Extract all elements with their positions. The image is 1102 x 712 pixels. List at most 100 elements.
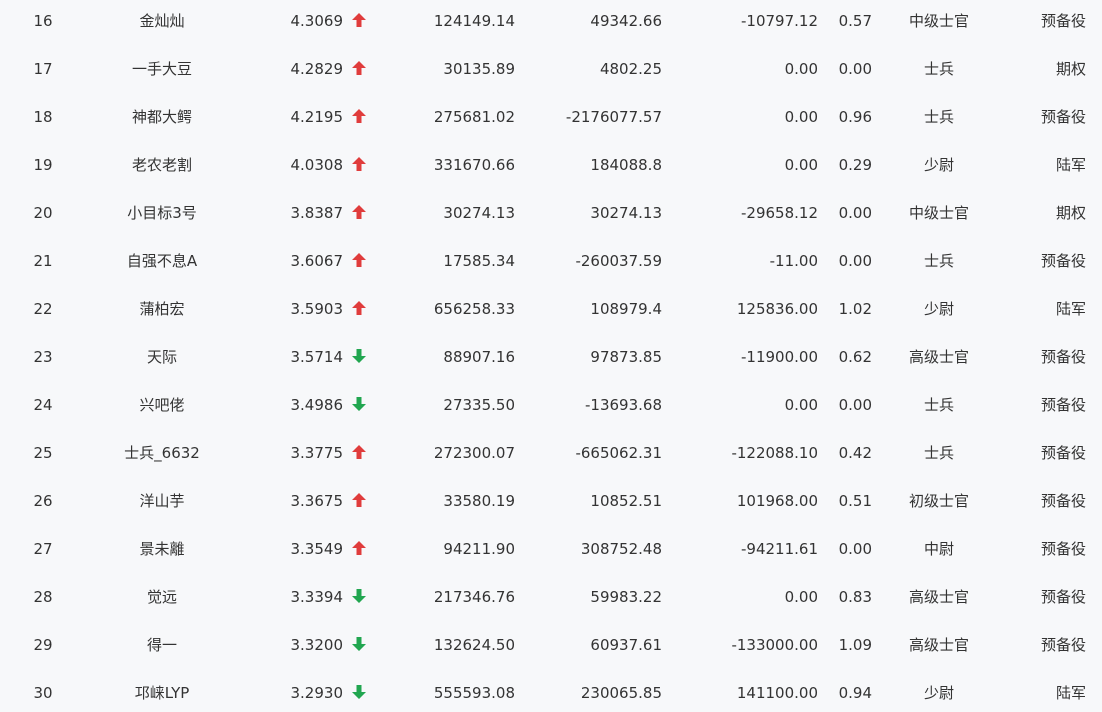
value-1: 124149.14 [433, 12, 515, 30]
ratio-value: 0.00 [838, 204, 872, 222]
account-type: 预备役 [1040, 108, 1086, 126]
trader-name: 得一 [146, 636, 177, 654]
value-3: -11900.00 [741, 348, 818, 366]
value-2: -260037.59 [575, 252, 662, 270]
table-row[interactable]: 23 天际 3.5714 88907.16 97873.85 -11900.00 0.62 高… [0, 333, 1102, 381]
value-3: 0.00 [784, 108, 818, 126]
value-3: -122088.10 [731, 444, 818, 462]
value-2: 60937.61 [590, 636, 662, 654]
arrow-up-icon [352, 429, 370, 477]
value-1: 132624.50 [433, 636, 515, 654]
arrow-up-icon [352, 45, 370, 93]
score-value: 3.3775 [290, 444, 344, 462]
rank-cell: 25 [33, 444, 53, 462]
rank-cell: 27 [33, 540, 53, 558]
level-badge: 少尉 [923, 156, 954, 174]
rank-cell: 24 [33, 396, 53, 414]
value-2: 308752.48 [580, 540, 662, 558]
table-row[interactable]: 22 蒲柏宏 3.5903 656258.33 108979.4 125836.00 1.0… [0, 285, 1102, 333]
rank-cell: 29 [33, 636, 53, 654]
table-row[interactable]: 20 小目标3号 3.8387 30274.13 30274.13 -29658.12 0.… [0, 189, 1102, 237]
account-type: 预备役 [1040, 444, 1086, 462]
account-type: 预备役 [1040, 396, 1086, 414]
table-row[interactable]: 27 景未離 3.3549 94211.90 308752.48 -94211.61 0.0… [0, 525, 1102, 573]
table-row[interactable]: 28 觉远 3.3394 217346.76 59983.22 0.00 0.83 高级士官 预… [0, 573, 1102, 621]
rank-cell: 26 [33, 492, 53, 510]
table-row[interactable]: 24 兴吧佬 3.4986 27335.50 -13693.68 0.00 0.00 士兵 预备… [0, 381, 1102, 429]
trader-name: 神都大鳄 [131, 108, 192, 126]
level-badge: 士兵 [923, 60, 954, 78]
account-type: 陆军 [1055, 684, 1086, 702]
ratio-value: 0.00 [838, 60, 872, 78]
score-value: 3.3549 [290, 540, 344, 558]
account-type: 预备役 [1040, 252, 1086, 270]
table-row[interactable]: 19 老农老割 4.0308 331670.66 184088.8 0.00 0.29 少尉 陆… [0, 141, 1102, 189]
ratio-value: 0.96 [838, 108, 872, 126]
trader-name: 蒲柏宏 [139, 300, 185, 318]
level-badge: 中级士官 [908, 12, 969, 30]
value-1: 555593.08 [433, 684, 515, 702]
rank-cell: 16 [33, 12, 53, 30]
value-3: 0.00 [784, 156, 818, 174]
value-2: 10852.51 [590, 492, 662, 510]
table-row[interactable]: 29 得一 3.3200 132624.50 60937.61 -133000.00 1.0… [0, 621, 1102, 669]
account-type: 期权 [1055, 204, 1086, 222]
value-3: 0.00 [784, 588, 818, 606]
score-value: 3.3200 [290, 636, 344, 654]
value-3: -94211.61 [741, 540, 818, 558]
ratio-value: 0.00 [838, 396, 872, 414]
value-1: 30274.13 [443, 204, 515, 222]
value-2: 108979.4 [590, 300, 662, 318]
value-3: -10797.12 [741, 12, 818, 30]
value-3: -11.00 [769, 252, 818, 270]
account-type: 预备役 [1040, 588, 1086, 606]
value-3: 141100.00 [736, 684, 818, 702]
trader-name: 邛崃LYP [134, 684, 190, 702]
ratio-value: 0.83 [838, 588, 872, 606]
score-value: 4.2195 [290, 108, 344, 126]
arrow-up-icon [352, 189, 370, 237]
account-type: 陆军 [1055, 156, 1086, 174]
arrow-down-icon [352, 669, 370, 712]
table-row[interactable]: 18 神都大鳄 4.2195 275681.02 -2176077.57 0.00 0.96… [0, 93, 1102, 141]
table-row[interactable]: 26 洋山芋 3.3675 33580.19 10852.51 101968.00 0.51… [0, 477, 1102, 525]
value-1: 88907.16 [443, 348, 515, 366]
value-1: 33580.19 [443, 492, 515, 510]
table-row[interactable]: 30 邛崃LYP 3.2930 555593.08 230065.85 141100.00… [0, 669, 1102, 712]
score-value: 3.4986 [290, 396, 344, 414]
rank-cell: 18 [33, 108, 53, 126]
score-value: 4.3069 [290, 12, 344, 30]
trader-name: 自强不息A [126, 252, 198, 270]
value-3: -29658.12 [741, 204, 818, 222]
level-badge: 士兵 [923, 108, 954, 126]
table-row[interactable]: 16 金灿灿 4.3069 124149.14 49342.66 -10797.12 0.5… [0, 0, 1102, 45]
value-1: 94211.90 [443, 540, 515, 558]
ratio-value: 0.51 [838, 492, 872, 510]
arrow-down-icon [352, 381, 370, 429]
level-badge: 高级士官 [908, 588, 969, 606]
trader-name: 觉远 [146, 588, 177, 606]
value-2: 49342.66 [590, 12, 662, 30]
rank-cell: 30 [33, 684, 53, 702]
rank-cell: 23 [33, 348, 53, 366]
trader-name: 兴吧佬 [139, 396, 185, 414]
score-value: 3.2930 [290, 684, 344, 702]
table-row[interactable]: 21 自强不息A 3.6067 17585.34 -260037.59 -11.00 0.0… [0, 237, 1102, 285]
score-value: 3.3675 [290, 492, 344, 510]
table-row[interactable]: 17 一手大豆 4.2829 30135.89 4802.25 0.00 0.00 士兵 期权 [0, 45, 1102, 93]
ranking-table: 16 金灿灿 4.3069 124149.14 49342.66 -10797.12 0.5… [0, 0, 1102, 712]
value-3: 0.00 [784, 396, 818, 414]
value-2: -13693.68 [585, 396, 662, 414]
value-1: 275681.02 [433, 108, 515, 126]
arrow-down-icon [352, 621, 370, 669]
ratio-value: 1.09 [838, 636, 872, 654]
rank-cell: 20 [33, 204, 53, 222]
ratio-value: 0.57 [838, 12, 872, 30]
level-badge: 中级士官 [908, 204, 969, 222]
account-type: 陆军 [1055, 300, 1086, 318]
arrow-up-icon [352, 0, 370, 45]
trader-name: 洋山芋 [139, 492, 185, 510]
level-badge: 高级士官 [908, 636, 969, 654]
value-1: 27335.50 [443, 396, 515, 414]
table-row[interactable]: 25 士兵_6632 3.3775 272300.07 -665062.31 -12208… [0, 429, 1102, 477]
